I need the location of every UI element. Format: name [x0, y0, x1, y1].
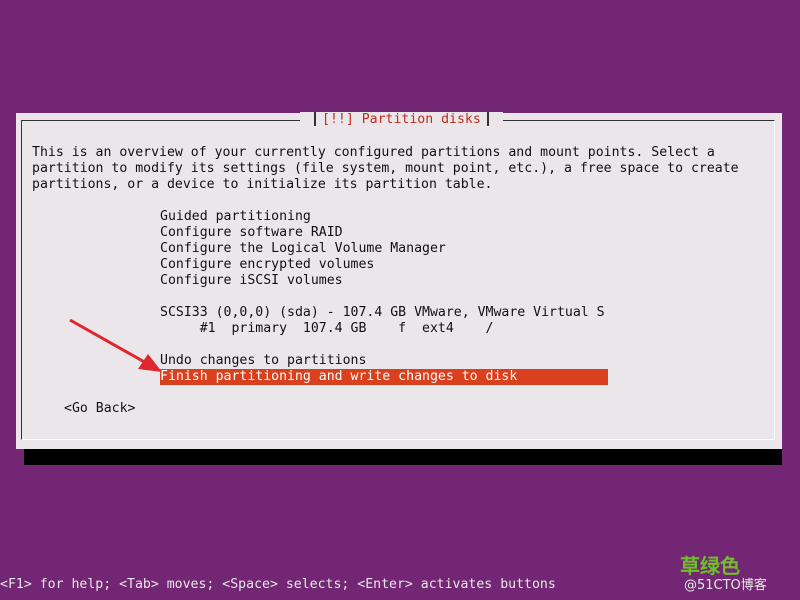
go-back-button[interactable]: <Go Back>	[64, 401, 135, 417]
description-line-3: partitions, or a device to initialize it…	[32, 177, 493, 192]
menu-item-configure-raid[interactable]: Configure software RAID	[160, 225, 343, 241]
menu-item-configure-lvm[interactable]: Configure the Logical Volume Manager	[160, 241, 446, 257]
title-right-bar	[486, 112, 489, 126]
disk-entry-sda[interactable]: SCSI33 (0,0,0) (sda) - 107.4 GB VMware, …	[160, 305, 605, 321]
menu-item-configure-iscsi[interactable]: Configure iSCSI volumes	[160, 273, 343, 289]
title-left-bar	[314, 112, 316, 126]
menu-item-configure-encrypted[interactable]: Configure encrypted volumes	[160, 257, 374, 273]
help-line: <F1> for help; <Tab> moves; <Space> sele…	[0, 577, 556, 592]
undo-changes-item[interactable]: Undo changes to partitions	[160, 353, 366, 369]
partition-dialog: [!!] Partition disks This is an overview…	[16, 112, 782, 449]
menu-item-guided-partitioning[interactable]: Guided partitioning	[160, 209, 311, 225]
dialog-title: [!!] Partition disks	[300, 112, 503, 128]
watermark-secondary: @51CTO博客	[684, 578, 767, 593]
dialog-title-text: [!!] Partition disks	[322, 112, 481, 127]
finish-partitioning-item[interactable]: Finish partitioning and write changes to…	[160, 369, 608, 385]
description-line-1: This is an overview of your currently co…	[32, 145, 715, 160]
description-line-2: partition to modify its settings (file s…	[32, 161, 739, 176]
partition-entry-1[interactable]: #1 primary 107.4 GB f ext4 /	[160, 321, 494, 337]
